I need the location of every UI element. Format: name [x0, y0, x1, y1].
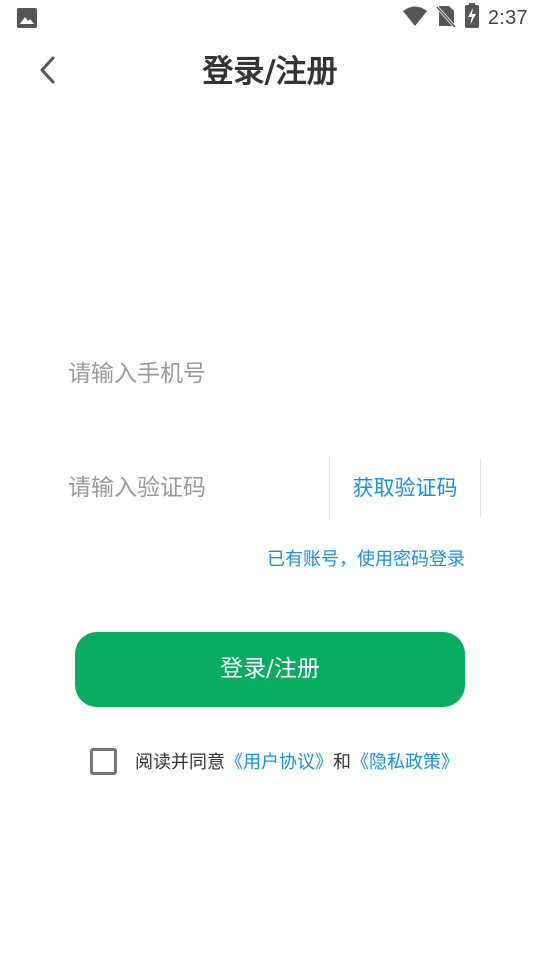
wifi-icon [402, 5, 428, 31]
back-button[interactable] [28, 52, 68, 92]
agreement-and: 和 [333, 752, 351, 773]
password-login-link[interactable]: 已有账号，使用密码登录 [267, 546, 465, 574]
user-agreement-link[interactable]: 《用户协议》 [225, 748, 333, 774]
verification-code-input[interactable] [62, 458, 327, 518]
privacy-policy-link[interactable]: 《隐私政策》 [351, 748, 459, 774]
status-time: 2:37 [487, 6, 528, 29]
login-register-button[interactable]: 登录/注册 [75, 632, 465, 707]
get-code-button[interactable]: 获取验证码 [330, 458, 480, 518]
code-divider-right [480, 458, 481, 518]
status-icons: 2:37 [402, 3, 528, 33]
phone-input[interactable] [62, 344, 472, 404]
agreement-row: 阅读并同意 《用户协议》 和 《隐私政策》 [90, 745, 459, 777]
status-bar: 2:37 [0, 0, 540, 36]
image-icon [16, 7, 38, 29]
chevron-left-icon [37, 55, 59, 89]
agreement-checkbox[interactable] [90, 747, 117, 775]
app-bar: 登录/注册 [0, 36, 540, 108]
no-sim-icon [435, 4, 456, 32]
battery-charging-icon [464, 3, 480, 33]
agreement-prefix: 阅读并同意 [135, 752, 225, 773]
page-title: 登录/注册 [202, 54, 338, 90]
